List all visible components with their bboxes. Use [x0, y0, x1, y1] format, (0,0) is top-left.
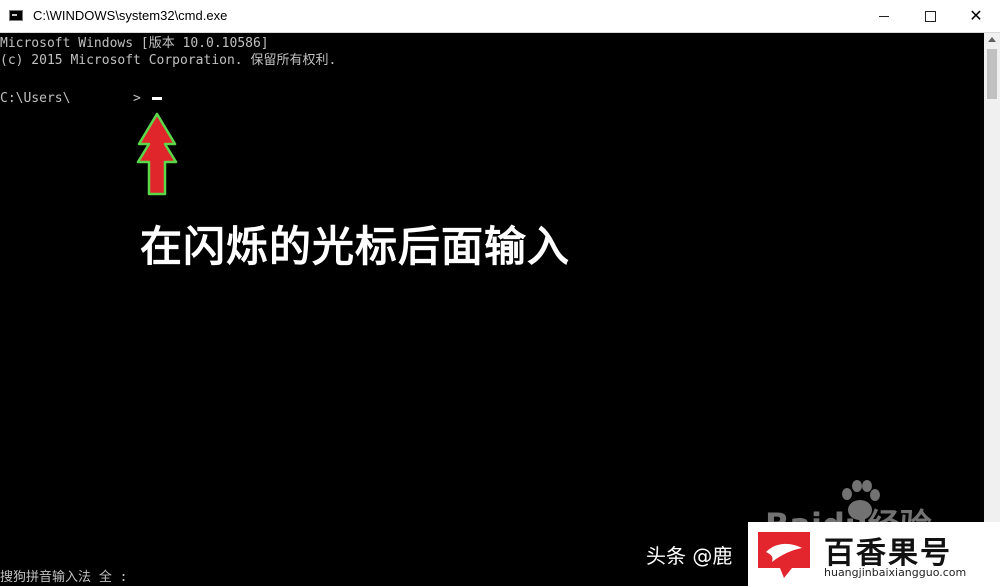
- brand-watermark: 百香果号 huangjinbaixiangguo.com: [748, 522, 1000, 586]
- version-line: Microsoft Windows [版本 10.0.10586]: [0, 36, 269, 51]
- annotation-text: 在闪烁的光标后面输入: [140, 222, 571, 271]
- window-title: C:\WINDOWS\system32\cmd.exe: [33, 8, 228, 23]
- brand-logo-icon: [758, 532, 810, 578]
- title-bar: C:\WINDOWS\system32\cmd.exe ✕: [0, 0, 1000, 33]
- close-button[interactable]: ✕: [953, 0, 999, 32]
- command-prompt: C:\Users\ >: [0, 91, 141, 106]
- toutiao-watermark: 头条 @鹿: [646, 544, 733, 568]
- brand-url: huangjinbaixiangguo.com: [824, 566, 967, 579]
- red-up-arrow-icon: [136, 112, 178, 196]
- cmd-app-icon: [9, 10, 23, 21]
- maximize-icon: [924, 10, 936, 22]
- maximize-button[interactable]: [907, 0, 953, 32]
- vertical-scrollbar[interactable]: [984, 33, 1000, 586]
- minimize-icon: [879, 15, 889, 17]
- scroll-thumb[interactable]: [987, 49, 997, 99]
- copyright-line: (c) 2015 Microsoft Corporation. 保留所有权利.: [0, 53, 337, 68]
- close-icon: ✕: [969, 6, 983, 25]
- blinking-cursor: [152, 97, 162, 100]
- scroll-up-arrow-icon[interactable]: [988, 37, 996, 42]
- ime-status-bar: 搜狗拼音输入法 全 :: [0, 570, 128, 585]
- minimize-button[interactable]: [861, 0, 907, 32]
